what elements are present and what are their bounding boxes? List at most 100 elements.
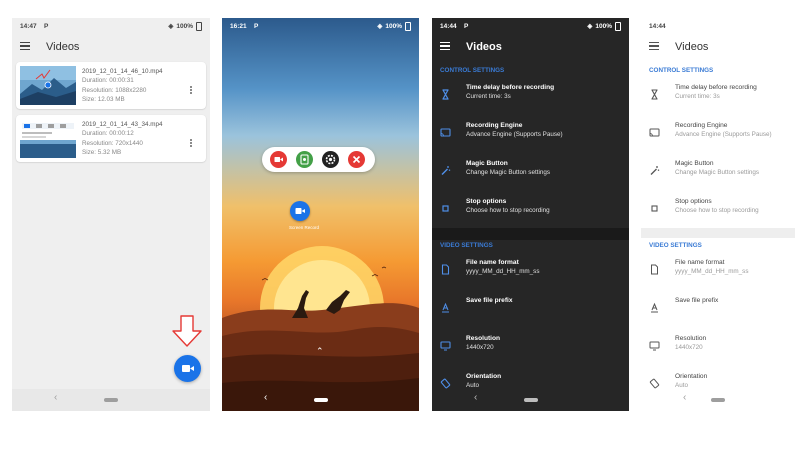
battery-icon <box>405 21 411 31</box>
video-camera-icon <box>295 208 305 214</box>
rotate-icon <box>649 378 660 389</box>
status-right: ◈ 100% <box>587 21 621 31</box>
chevron-up-icon[interactable]: ⌃ <box>316 346 324 357</box>
phone-settings-dark: 14:44 P ◈ 100% Videos CONTROL SETTINGS T… <box>432 18 629 411</box>
setting-recording-engine[interactable]: Recording Engine Advance Engine (Support… <box>641 116 795 154</box>
home-pill[interactable] <box>313 398 328 402</box>
status-time: 16:21 <box>230 22 247 30</box>
setting-subtitle: Current time: 3s <box>675 93 720 100</box>
setting-title: Magic Button <box>466 160 508 167</box>
close-icon <box>352 155 361 164</box>
menu-icon[interactable] <box>20 42 30 51</box>
setting-title: Time delay before recording <box>466 84 555 91</box>
hourglass-icon <box>442 89 449 100</box>
setting-stop-options[interactable]: Stop options Choose how to stop recordin… <box>432 192 629 230</box>
stop-icon <box>651 205 658 212</box>
cast-icon <box>440 128 451 137</box>
setting-file-prefix[interactable]: Save file prefix <box>432 291 629 329</box>
page-title: Videos <box>466 41 502 53</box>
video-camera-icon <box>182 365 194 372</box>
nav-bar: ‹ <box>12 389 210 411</box>
video-name: 2019_12_01_14_43_34.mp4 <box>82 121 163 128</box>
status-bar: 14:44 <box>641 18 795 34</box>
video-thumbnail[interactable] <box>20 119 76 158</box>
setting-time-delay[interactable]: Time delay before recording Current time… <box>432 78 629 116</box>
menu-icon[interactable] <box>649 42 659 51</box>
video-size: Size: 5.32 MB <box>82 148 122 156</box>
setting-magic-button[interactable]: Magic Button Change Magic Button setting… <box>432 154 629 192</box>
status-right: ◈ 100% <box>168 21 202 31</box>
setting-subtitle: Choose how to stop recording <box>675 207 759 214</box>
setting-title: File name format <box>675 259 725 266</box>
app-bar: Videos <box>432 34 629 62</box>
setting-subtitle: 1440x720 <box>466 344 494 351</box>
back-icon[interactable]: ‹ <box>683 392 686 403</box>
magic-wand-icon <box>441 166 451 175</box>
phone-settings-light: 14:44 Videos CONTROL SETTINGS Time delay… <box>641 18 795 411</box>
setting-resolution[interactable]: Resolution 1440x720 <box>432 329 629 367</box>
back-icon[interactable]: ‹ <box>264 392 267 403</box>
setting-stop-options[interactable]: Stop options Choose how to stop recordin… <box>641 192 795 230</box>
home-pill[interactable] <box>104 398 118 402</box>
nav-bar: ‹ <box>222 389 419 411</box>
more-options-icon[interactable] <box>190 86 192 95</box>
setting-title: Save file prefix <box>466 297 513 304</box>
monitor-icon <box>649 341 660 351</box>
setting-file-prefix[interactable]: Save file prefix <box>641 291 795 329</box>
settings-button[interactable] <box>322 151 339 168</box>
record-fab-button[interactable] <box>174 355 201 382</box>
setting-file-name-format[interactable]: File name format yyyy_MM_dd_HH_mm_ss <box>641 253 795 291</box>
setting-magic-button[interactable]: Magic Button Change Magic Button setting… <box>641 154 795 192</box>
record-button[interactable] <box>270 151 287 168</box>
back-icon[interactable]: ‹ <box>474 392 477 403</box>
setting-title: Stop options <box>466 198 507 205</box>
setting-title: Recording Engine <box>675 122 728 129</box>
video-resolution: Resolution: 1088x2280 <box>82 86 147 94</box>
setting-subtitle: Auto <box>675 382 688 389</box>
back-icon[interactable]: ‹ <box>54 392 57 403</box>
setting-subtitle: Auto <box>466 382 479 389</box>
vibrate-icon: ◈ <box>587 23 593 30</box>
home-pill[interactable] <box>711 398 725 402</box>
more-options-icon[interactable] <box>190 139 192 148</box>
down-arrow-icon <box>170 314 204 348</box>
status-time: 14:47 <box>20 22 37 30</box>
video-thumbnail[interactable] <box>20 66 76 105</box>
nav-bar: ‹ <box>641 389 795 411</box>
battery-percent: 100% <box>595 22 612 30</box>
video-resolution: Resolution: 720x1440 <box>82 139 143 147</box>
video-size: Size: 12.03 MB <box>82 95 125 103</box>
screenshot-button[interactable] <box>296 151 313 168</box>
setting-title: Orientation <box>466 373 502 380</box>
floating-controls <box>262 147 375 172</box>
setting-resolution[interactable]: Resolution 1440x720 <box>641 329 795 367</box>
vibrate-icon: ◈ <box>377 23 383 30</box>
close-button[interactable] <box>348 151 365 168</box>
battery-icon <box>196 21 202 31</box>
setting-subtitle: Change Magic Button settings <box>675 169 760 176</box>
status-bar: 14:47 P ◈ 100% <box>12 18 210 34</box>
setting-subtitle: Change Magic Button settings <box>466 169 551 176</box>
screenshot-icon <box>300 154 309 165</box>
setting-time-delay[interactable]: Time delay before recording Current time… <box>641 78 795 116</box>
setting-title: Resolution <box>675 335 707 342</box>
magic-button[interactable] <box>290 201 310 221</box>
battery-percent: 100% <box>385 22 402 30</box>
battery-icon <box>615 21 621 31</box>
setting-subtitle: Advance Engine (Supports Pause) <box>675 131 772 138</box>
video-card[interactable]: 2019_12_01_14_46_10.mp4 Duration: 00:00:… <box>16 62 206 109</box>
status-time: 14:44 <box>440 22 457 30</box>
menu-icon[interactable] <box>440 42 450 51</box>
app-bar: Videos <box>641 34 795 62</box>
page-title: Videos <box>46 41 80 53</box>
home-pill[interactable] <box>523 398 538 402</box>
setting-subtitle: Choose how to stop recording <box>466 207 550 214</box>
video-card[interactable]: 2019_12_01_14_43_34.mp4 Duration: 00:00:… <box>16 115 206 162</box>
section-divider <box>641 228 795 238</box>
stop-icon <box>442 205 449 212</box>
setting-file-name-format[interactable]: File name format yyyy_MM_dd_HH_mm_ss <box>432 253 629 291</box>
setting-title: Magic Button <box>675 160 714 167</box>
setting-recording-engine[interactable]: Recording Engine Advance Engine (Support… <box>432 116 629 154</box>
setting-title: File name format <box>466 259 519 266</box>
setting-subtitle: 1440x720 <box>675 344 703 351</box>
